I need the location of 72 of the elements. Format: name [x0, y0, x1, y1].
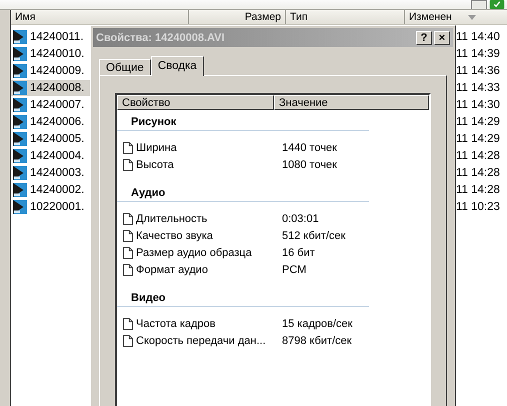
modified-cell: 11 14:36 — [456, 64, 500, 76]
modified-cell: 11 10:23 — [456, 200, 500, 212]
column-header[interactable]: Свойство — [117, 95, 274, 110]
file-item[interactable]: 10220001. — [11, 198, 101, 214]
property-name: Длительность — [136, 212, 208, 224]
document-icon — [123, 246, 133, 258]
check-icon[interactable] — [489, 0, 505, 9]
document-icon — [123, 212, 133, 224]
file-item[interactable]: 14240010. — [11, 46, 101, 62]
property-value: 1080 точек — [282, 158, 337, 170]
file-item[interactable]: 14240003. — [11, 164, 101, 180]
document-icon — [123, 142, 133, 154]
help-button[interactable]: ? — [416, 30, 432, 44]
modified-cell: 11 14:40 — [456, 30, 500, 42]
property-name: Скорость передачи дан... — [136, 334, 266, 346]
modified-cell: 11 14:28 — [456, 150, 500, 162]
modified-cell: 11 14:39 — [456, 48, 500, 60]
document-icon — [123, 318, 133, 330]
document-icon — [123, 158, 133, 170]
property-value: 512 кбит/сек — [282, 230, 346, 242]
file-item[interactable]: 14240004. — [11, 148, 101, 164]
video-file-icon — [13, 164, 27, 180]
column-header[interactable]: Значение — [274, 95, 429, 110]
modified-cell: 11 14:29 — [456, 116, 500, 128]
property-name: Качество звука — [136, 230, 213, 242]
video-file-icon — [13, 114, 27, 130]
close-button[interactable]: × — [434, 30, 450, 44]
group-heading: Рисунок — [117, 116, 369, 131]
video-file-icon — [13, 148, 27, 164]
document-icon — [123, 334, 133, 346]
column-header[interactable]: Имя — [11, 10, 189, 24]
video-file-icon — [13, 80, 27, 96]
video-file-icon — [13, 198, 27, 214]
video-file-icon — [13, 62, 27, 78]
tab[interactable]: Сводка — [150, 56, 204, 76]
file-item[interactable]: 14240006. — [11, 114, 101, 130]
toolbar-button[interactable] — [471, 0, 487, 9]
column-header[interactable]: Размер — [189, 10, 286, 24]
group-heading: Видео — [117, 292, 369, 307]
property-value: 0:03:01 — [282, 212, 319, 224]
property-name: Частота кадров — [136, 318, 216, 330]
video-file-icon — [13, 28, 27, 44]
file-item[interactable]: 14240002. — [11, 182, 101, 198]
property-value: PCM — [282, 264, 306, 276]
column-header[interactable]: Изменен — [405, 10, 507, 24]
property-name: Ширина — [136, 142, 177, 154]
modified-cell: 11 14:28 — [456, 184, 500, 196]
document-icon — [123, 264, 133, 276]
modified-cell: 11 14:30 — [456, 98, 500, 110]
document-icon — [123, 230, 133, 242]
column-header[interactable]: Тип — [286, 10, 405, 24]
modified-cell: 11 14:33 — [456, 82, 500, 94]
modified-cell: 11 14:29 — [456, 132, 500, 144]
modified-cell: 11 14:28 — [456, 166, 500, 178]
property-name: Формат аудио — [136, 264, 208, 276]
property-value: 1440 точек — [282, 142, 337, 154]
property-value: 15 кадров/сек — [282, 318, 352, 330]
video-file-icon — [13, 182, 27, 198]
property-name: Высота — [136, 158, 174, 170]
property-value: 16 бит — [282, 246, 315, 258]
video-file-icon — [13, 130, 27, 146]
file-item[interactable]: 14240005. — [11, 130, 101, 146]
video-file-icon — [13, 96, 27, 112]
tab[interactable]: Общие — [99, 59, 151, 75]
dialog-title: Свойства: 14240008.AVI — [96, 32, 225, 44]
video-file-icon — [13, 46, 27, 62]
property-name: Размер аудио образца — [136, 246, 252, 258]
sort-arrow-icon — [468, 14, 476, 20]
file-item[interactable]: 14240007. — [11, 96, 101, 112]
property-value: 8798 кбит/сек — [282, 334, 352, 346]
group-heading: Аудио — [117, 187, 369, 202]
file-item[interactable]: 14240009. — [11, 62, 101, 78]
